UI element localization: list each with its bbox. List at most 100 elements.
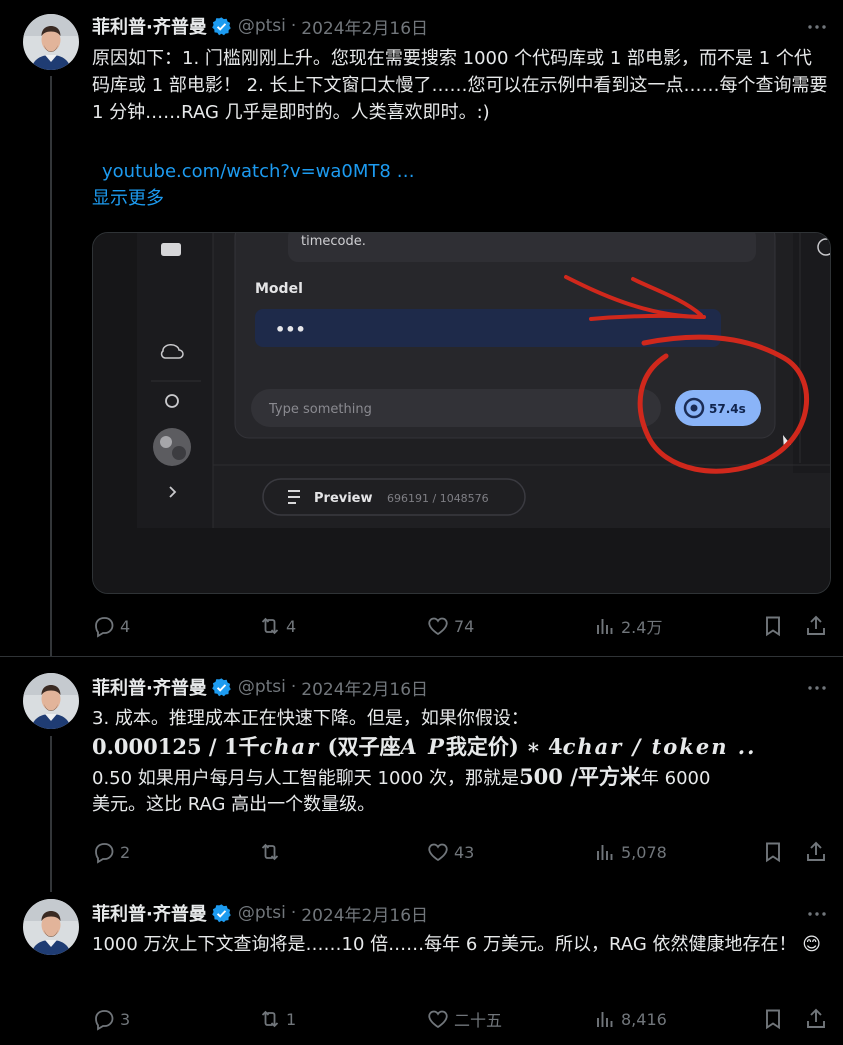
author-handle[interactable]: @ptsi (238, 903, 286, 923)
tweet-2[interactable]: 菲利普·齐普曼 @ptsi · 2024年2月16日 3. 成本。推理成本正在快… (0, 660, 843, 883)
author-name[interactable]: 菲利普·齐普曼 (92, 13, 207, 39)
media-preview-label: Preview (314, 491, 373, 506)
math-part: 我定价) ∗ 4 (445, 734, 563, 759)
reply-count: 4 (120, 616, 131, 636)
views-button[interactable]: 5,078 (593, 838, 667, 866)
share-button[interactable] (804, 612, 832, 640)
retweet-icon (258, 1007, 282, 1031)
views-icon (593, 840, 617, 864)
more-icon[interactable] (805, 676, 829, 700)
reply-button[interactable]: 3 (92, 1005, 130, 1033)
smile-emoji-icon: 😊 (802, 934, 821, 955)
tweet-date[interactable]: 2024年2月16日 (301, 901, 428, 926)
views-button[interactable]: 8,416 (593, 1005, 667, 1033)
math-part: char (259, 734, 321, 759)
views-button[interactable]: 2.4万 (593, 612, 662, 640)
media-timecode: timecode. (301, 234, 366, 249)
tweet-3[interactable]: 菲利普·齐普曼 @ptsi · 2024年2月16日 1000 万次上下文查询将… (0, 885, 843, 1045)
author-name[interactable]: 菲利普·齐普曼 (92, 900, 207, 926)
math-inline: 500 /平方米 (519, 764, 641, 789)
like-count: 74 (454, 616, 475, 636)
media-screenshot: timecode. Model ••• Type something 57.4s… (93, 233, 830, 593)
bookmark-icon (761, 840, 785, 864)
avatar[interactable] (23, 673, 79, 729)
tweet-1[interactable]: 菲利普·齐普曼 @ptsi · 2024年2月16日 原因如下：1. 门槛刚刚上… (0, 0, 843, 656)
text-part: 0.50 如果用户每月与人工智能聊天 1000 次，那就是 (92, 768, 520, 789)
tweet-link[interactable]: youtube.com/watch?v=wa0MT8 … (102, 158, 829, 185)
like-count: 二十五 (454, 1011, 503, 1030)
separator-dot: · (290, 677, 297, 697)
tweet-header: 菲利普·齐普曼 @ptsi · 2024年2月16日 (92, 674, 428, 700)
tweet-date[interactable]: 2024年2月16日 (301, 675, 428, 700)
media-token-count: 696191 / 1048576 (387, 492, 489, 505)
bookmark-button[interactable] (761, 612, 789, 640)
like-count: 43 (454, 842, 475, 862)
media-model-dots: ••• (275, 320, 306, 339)
tweet-media-image[interactable]: timecode. Model ••• Type something 57.4s… (92, 232, 831, 594)
like-icon (426, 614, 450, 638)
math-part: (双子座 (320, 734, 401, 759)
tweet-actions: 3 1 二十五 8,416 (92, 1005, 832, 1033)
text-part: 年 6000 (640, 768, 711, 789)
share-button[interactable] (804, 838, 832, 866)
like-icon (426, 1007, 450, 1031)
views-count: 2.4万 (621, 618, 663, 637)
retweet-button[interactable]: 1 (258, 1005, 296, 1033)
separator-dot: · (290, 16, 297, 36)
retweet-icon (258, 840, 282, 864)
retweet-count: 1 (286, 1009, 297, 1029)
verified-badge-icon (211, 903, 232, 924)
reply-icon (92, 614, 116, 638)
tweet-date[interactable]: 2024年2月16日 (301, 14, 428, 39)
like-button[interactable]: 74 (426, 612, 474, 640)
bookmark-icon (761, 1007, 785, 1031)
bookmark-button[interactable] (761, 1005, 789, 1033)
tweet-divider (0, 656, 843, 657)
more-icon[interactable] (805, 902, 829, 926)
author-handle[interactable]: @ptsi (238, 677, 286, 697)
more-icon[interactable] (805, 15, 829, 39)
media-input-placeholder: Type something (268, 402, 372, 417)
math-part: 0.000125 / 1千 (92, 734, 260, 759)
tweet-text: 1000 万次上下文查询将是……10 倍……每年 6 万美元。所以，RAG 依然… (92, 931, 829, 958)
views-icon (593, 614, 617, 638)
like-icon (426, 840, 450, 864)
tweet-text: 原因如下：1. 门槛刚刚上升。您现在需要搜索 1000 个代码库或 1 部电影，… (92, 48, 828, 123)
verified-badge-icon (211, 16, 232, 37)
share-icon (804, 1007, 828, 1031)
retweet-button[interactable] (258, 838, 286, 866)
retweet-button[interactable]: 4 (258, 612, 296, 640)
share-button[interactable] (804, 1005, 832, 1033)
reply-button[interactable]: 4 (92, 612, 130, 640)
like-button[interactable]: 二十五 (426, 1005, 502, 1033)
tweet-text-line: 3. 成本。推理成本正在快速下降。但是，如果你假设： (92, 708, 529, 729)
tweet-math-formula: 0.000125 / 1千char (双子座A P我定价) ∗ 4char / … (92, 732, 829, 762)
reply-count: 3 (120, 1009, 131, 1029)
show-more-link[interactable]: 显示更多 (92, 185, 829, 212)
retweet-count: 4 (286, 616, 297, 636)
like-button[interactable]: 43 (426, 838, 474, 866)
bookmark-icon (761, 614, 785, 638)
reply-count: 2 (120, 842, 131, 862)
tweet-text-line: 美元。这比 RAG 高出一个数量级。 (92, 794, 376, 815)
author-name[interactable]: 菲利普·齐普曼 (92, 674, 207, 700)
author-handle[interactable]: @ptsi (238, 16, 286, 36)
bookmark-button[interactable] (761, 838, 789, 866)
media-timer: 57.4s (709, 402, 746, 416)
views-count: 5,078 (621, 842, 667, 862)
views-icon (593, 1007, 617, 1031)
tweet-header: 菲利普·齐普曼 @ptsi · 2024年2月16日 (92, 900, 428, 926)
tweet-header: 菲利普·齐普曼 @ptsi · 2024年2月16日 (92, 13, 428, 39)
tweet-text-line: 0.50 如果用户每月与人工智能聊天 1000 次，那就是500 /平方米年 6… (92, 763, 829, 792)
separator-dot: · (290, 903, 297, 923)
avatar[interactable] (23, 899, 79, 955)
media-model-label: Model (255, 281, 303, 297)
avatar[interactable] (23, 14, 79, 70)
reply-icon (92, 1007, 116, 1031)
reply-button[interactable]: 2 (92, 838, 130, 866)
share-icon (804, 614, 828, 638)
share-icon (804, 840, 828, 864)
reply-icon (92, 840, 116, 864)
verified-badge-icon (211, 677, 232, 698)
tweet-text-body: 1000 万次上下文查询将是……10 倍……每年 6 万美元。所以，RAG 依然… (92, 934, 803, 955)
